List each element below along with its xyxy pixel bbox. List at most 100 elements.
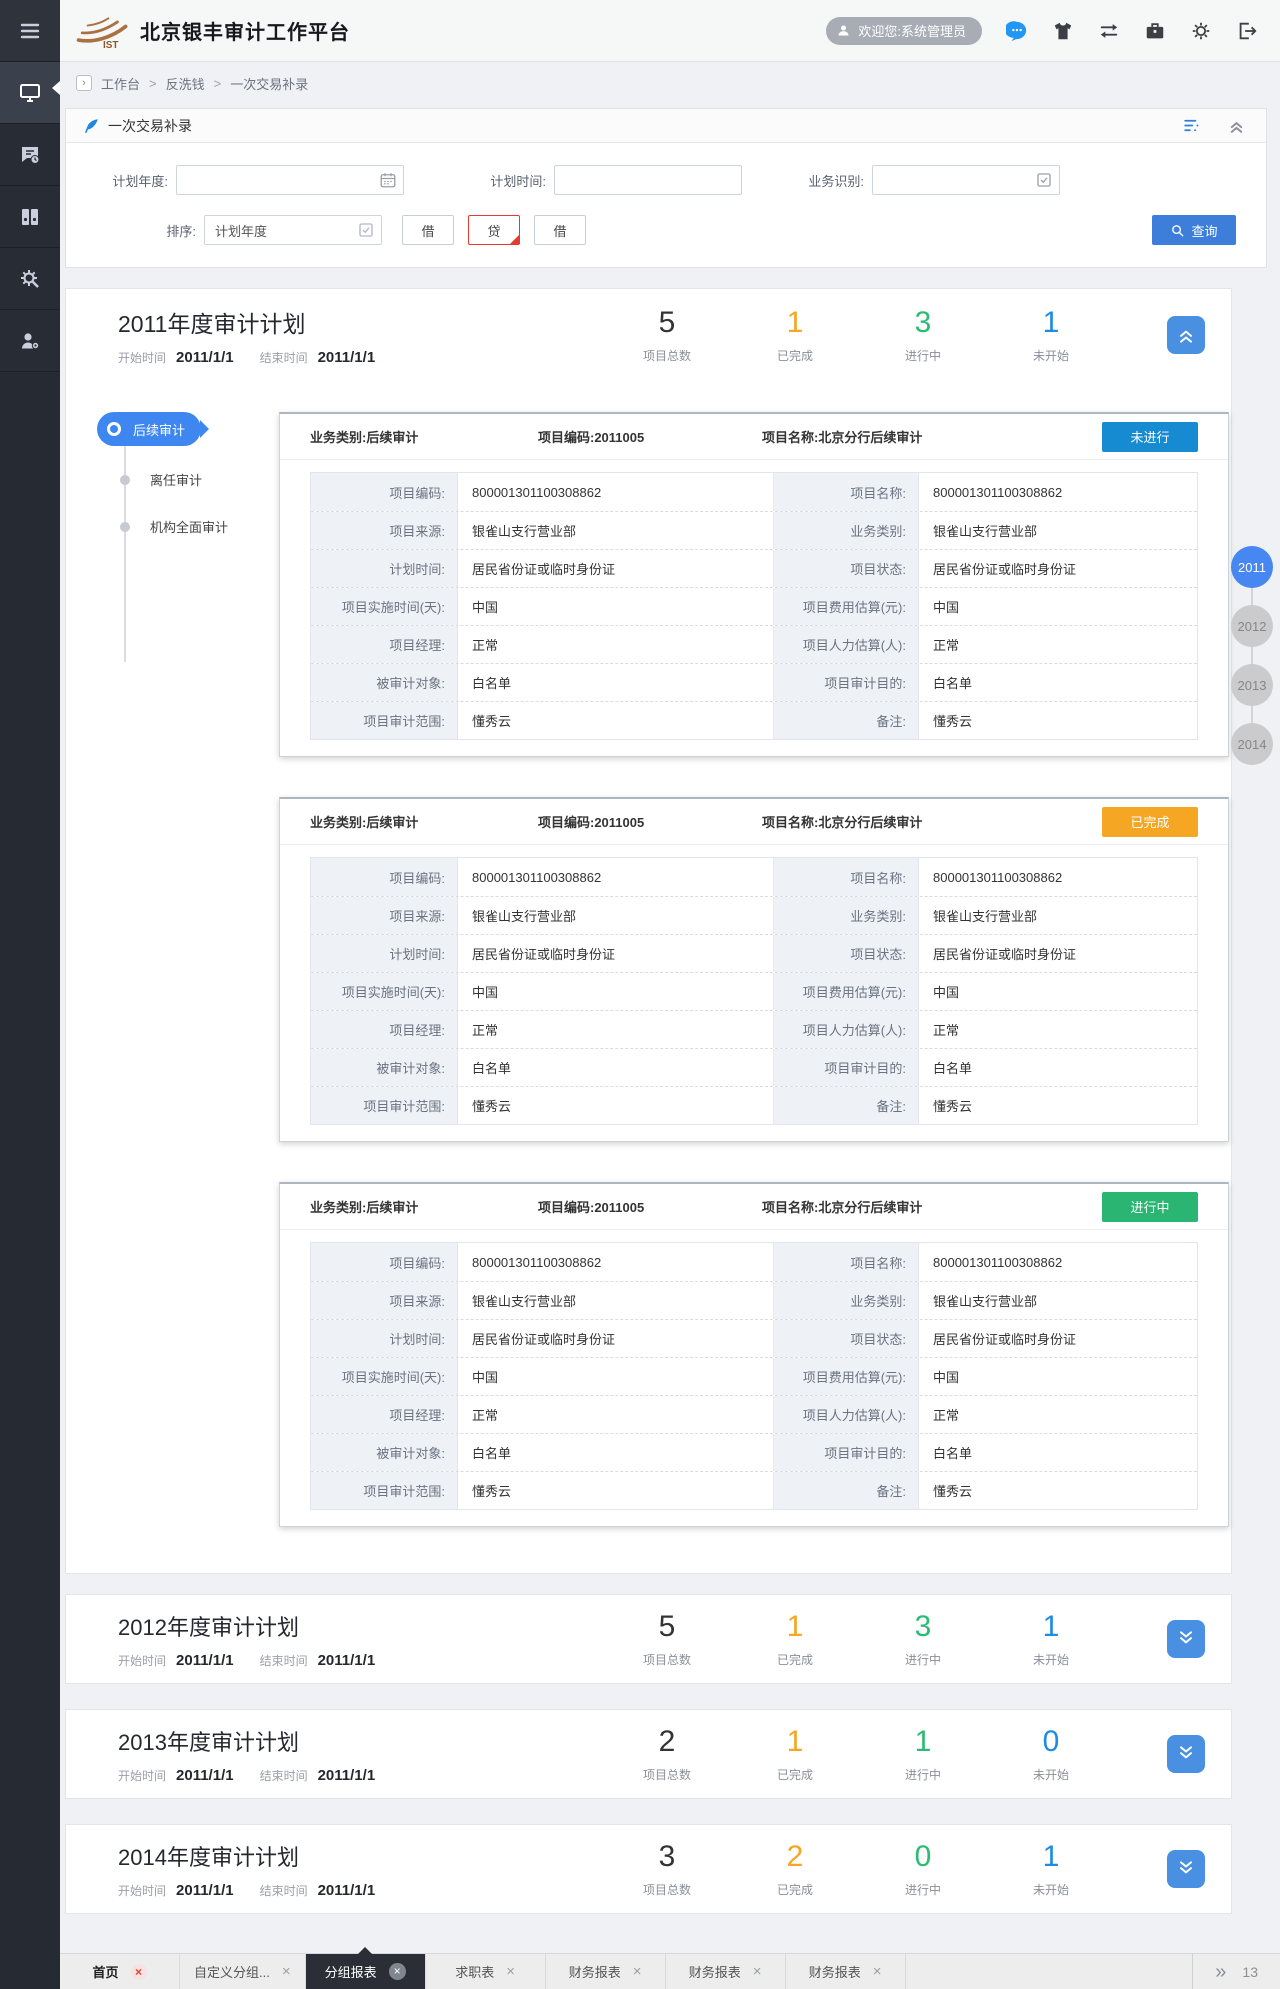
sidebar-item-workbench[interactable] [0,62,60,124]
hamburger-menu-button[interactable] [0,0,60,62]
business-id-label: 业务识别: [794,171,864,190]
field-value: 800001301100308862 [919,858,1197,896]
field-value: 白名单 [458,664,774,701]
credit-button[interactable]: 贷 [468,215,520,245]
debit-button-1[interactable]: 借 [402,215,454,245]
calendar-icon[interactable] [379,171,397,189]
timeline-year[interactable]: 2012 [1231,605,1273,647]
year-header-2012: 2012年度审计计划 开始时间 2011/1/1 结束时间 2011/1/1 5 [66,1595,1231,1683]
settings-gear-icon[interactable] [1190,20,1212,42]
chevrons-down-icon [1176,1859,1196,1879]
bottom-tab[interactable]: 财务报表 × [546,1954,666,1989]
tab-count: 13 [1242,1964,1258,1980]
project-code: 项目编码:2011005 [538,812,762,831]
close-icon[interactable]: × [131,1964,147,1980]
bottom-tab[interactable]: 分组报表 × [306,1954,426,1989]
bottom-tab[interactable]: 首页 × [60,1954,180,1989]
close-icon[interactable]: × [633,1964,642,1980]
field-value: 800001301100308862 [919,1243,1197,1281]
bottom-tab[interactable]: 求职表 × [426,1954,546,1989]
field-value: 居民省份证或临时身份证 [919,550,1197,587]
stat: 1 未开始 [987,307,1115,364]
breadcrumb-item-current[interactable]: 一次交易补录 [230,74,308,93]
project-card-1: 业务类别:后续审计 项目编码:2011005 项目名称:北京分行后续审计 未进行… [279,412,1229,757]
sort-label: 排序: [66,221,196,240]
user-welcome-badge[interactable]: 欢迎您:系统管理员 [826,17,982,45]
chat-history-icon [18,143,42,167]
switch-system-icon[interactable] [1098,20,1120,42]
chat-bubble-icon[interactable] [1006,20,1028,42]
timeline-year[interactable]: 2014 [1231,723,1273,765]
year-dates: 开始时间 2011/1/1 结束时间 2011/1/1 [118,1882,548,1899]
sidebar-item-user-admin[interactable] [0,310,60,372]
audit-type-tab[interactable]: 后续审计 [97,412,201,446]
business-id-input[interactable] [873,166,1059,194]
plan-time-input[interactable] [555,166,741,194]
close-icon[interactable]: × [753,1964,762,1980]
close-icon[interactable]: × [506,1964,515,1980]
more-tabs-icon[interactable]: » [1215,1962,1226,1982]
collapse-year-button[interactable] [1167,316,1205,354]
breadcrumb-item-workbench[interactable]: 工作台 [101,74,140,93]
field-label: 项目实施时间(天): [311,1358,458,1395]
search-button[interactable]: 查询 [1152,215,1236,245]
table-row: 项目审计范围: 懂秀云 备注: 懂秀云 [311,701,1197,739]
welcome-text: 欢迎您:系统管理员 [858,21,966,40]
field-label: 项目实施时间(天): [311,973,458,1010]
stat-value: 3 [859,307,987,339]
start-date-value: 2011/1/1 [176,1882,234,1899]
sidebar-item-messages[interactable] [0,124,60,186]
timeline-year[interactable]: 2013 [1231,664,1273,706]
field-label: 项目编码: [311,473,458,511]
user-icon [836,23,851,38]
sort-select-value: 计划年度 [215,221,267,240]
debit-button-2[interactable]: 借 [534,215,586,245]
expand-year-button[interactable] [1167,1735,1205,1773]
field-label: 项目来源: [311,897,458,934]
sidebar-item-settings[interactable] [0,248,60,310]
table-row: 项目来源: 银雀山支行营业部 业务类别: 银雀山支行营业部 [311,1281,1197,1319]
end-date-value: 2011/1/1 [318,1882,376,1899]
logout-icon[interactable] [1236,20,1258,42]
bottom-tab[interactable]: 财务报表 × [786,1954,906,1989]
sort-select[interactable]: 计划年度 [204,215,382,245]
table-row: 项目经理: 正常 项目人力估算(人): 正常 [311,1010,1197,1048]
year-stats: 3 项目总数 2 已完成 0 进行中 1 未开始 [603,1841,1115,1898]
theme-clothes-icon[interactable] [1052,20,1074,42]
stat: 5 项目总数 [603,1611,731,1668]
end-date-label: 结束时间 [260,349,308,366]
briefcase-icon[interactable] [1144,20,1166,42]
bottom-tab[interactable]: 财务报表 × [666,1954,786,1989]
collapse-panel-icon[interactable] [1227,116,1246,135]
close-icon[interactable]: × [389,1963,406,1980]
year-title-block: 2013年度审计计划 开始时间 2011/1/1 结束时间 2011/1/1 [118,1725,548,1784]
hamburger-icon [18,19,42,43]
field-value: 居民省份证或临时身份证 [458,1320,774,1357]
audit-type-tab[interactable]: 机构全面审计 [105,517,279,536]
timeline-year[interactable]: 2011 [1231,546,1273,588]
field-label: 项目费用估算(元): [774,973,919,1010]
close-icon[interactable]: × [282,1964,291,1980]
logo-text: IST [103,40,118,51]
table-row: 被审计对象: 白名单 项目审计目的: 白名单 [311,1433,1197,1471]
stat-label: 未开始 [987,1651,1115,1668]
sort-lines-icon[interactable] [1182,116,1201,135]
sidebar-item-archives[interactable] [0,186,60,248]
field-label: 项目状态: [774,935,919,972]
audit-type-tab[interactable]: 离任审计 [105,470,279,489]
app-window: IST 北京银丰审计工作平台 欢迎您:系统管理员 › 工作台 > 反洗钱 > 一… [0,0,1280,1989]
stat-label: 项目总数 [603,1881,731,1898]
status-badge: 未进行 [1102,422,1198,452]
expand-year-button[interactable] [1167,1620,1205,1658]
plan-year-input[interactable] [177,166,403,194]
close-icon[interactable]: × [873,1964,882,1980]
field-value: 懂秀云 [458,702,774,739]
bottom-tab[interactable]: 自定义分组... × [180,1954,306,1989]
project-detail-table: 项目编码: 800001301100308862 项目名称: 800001301… [310,857,1198,1125]
stat: 1 已完成 [731,307,859,364]
breadcrumb-item-aml[interactable]: 反洗钱 [166,74,205,93]
project-name: 项目名称:北京分行后续审计 [762,427,1102,446]
check-square-icon[interactable] [1035,171,1053,189]
expand-year-button[interactable] [1167,1850,1205,1888]
end-date-value: 2011/1/1 [318,1652,376,1669]
